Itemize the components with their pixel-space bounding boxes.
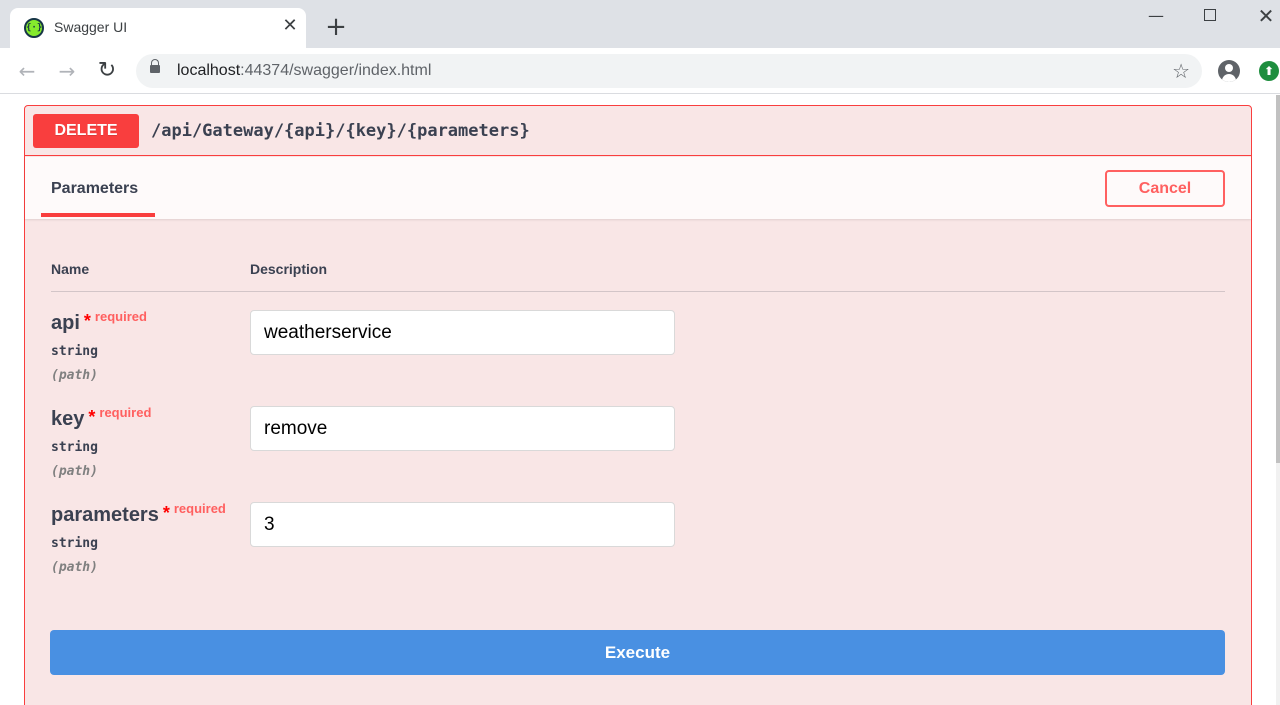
profile-icon[interactable] — [1218, 60, 1240, 82]
swagger-page: DELETE /api/Gateway/{api}/{key}/{paramet… — [0, 95, 1280, 705]
maximize-icon[interactable] — [1195, 4, 1225, 28]
required-asterisk: * — [162, 503, 170, 523]
minimize-icon[interactable]: — — [1141, 4, 1171, 28]
required-label: required — [94, 309, 147, 324]
parameter-type: string — [51, 440, 98, 455]
parameter-name: key * required — [51, 405, 152, 433]
api-input[interactable]: weatherservice — [250, 310, 675, 355]
parameter-row-parameters: parameters * required string (path) 3 — [51, 493, 1225, 589]
url-path: :44374/swagger/index.html — [240, 62, 432, 79]
url-text[interactable]: localhost:44374/swagger/index.html — [177, 62, 431, 80]
cancel-button[interactable]: Cancel — [1105, 170, 1225, 207]
parameter-location: (path) — [51, 464, 98, 479]
bookmark-star-icon[interactable]: ☆ — [1172, 58, 1190, 84]
http-method-badge: DELETE — [33, 114, 139, 148]
close-window-icon[interactable]: ✕ — [1251, 4, 1280, 28]
tab-parameters[interactable]: Parameters — [41, 157, 155, 217]
operation-summary[interactable]: DELETE /api/Gateway/{api}/{key}/{paramet… — [25, 106, 1251, 156]
parameter-name-text: api — [51, 312, 80, 334]
required-asterisk: * — [88, 407, 96, 427]
parameter-location: (path) — [51, 368, 98, 383]
browser-toolbar: ← → ↻ localhost:44374/swagger/index.html… — [0, 48, 1280, 94]
operation-path: /api/Gateway/{api}/{key}/{parameters} — [151, 121, 530, 141]
required-asterisk: * — [83, 311, 91, 331]
required-label: required — [99, 405, 152, 420]
browser-tab[interactable]: {·} Swagger UI ✕ — [10, 8, 306, 48]
tab-strip: {·} Swagger UI ✕ + — ✕ — [0, 0, 1280, 48]
parameter-row-key: key * required string (path) remove — [51, 397, 1225, 493]
extension-update-icon[interactable]: ⬆ — [1259, 61, 1279, 81]
forward-arrow-icon[interactable]: → — [54, 58, 80, 84]
address-bar[interactable]: localhost:44374/swagger/index.html ☆ — [136, 54, 1202, 88]
parameter-row-api: api * required string (path) weatherservic… — [51, 301, 1225, 397]
column-header-name: Name — [51, 261, 90, 277]
tab-title: Swagger UI — [54, 19, 128, 35]
url-host: localhost — [177, 62, 241, 79]
parameter-name-text: key — [51, 408, 85, 430]
tab-parameters-label: Parameters — [51, 180, 139, 197]
reload-icon[interactable]: ↻ — [94, 58, 120, 84]
swagger-favicon-icon: {·} — [24, 18, 44, 38]
column-header-description: Description — [250, 261, 328, 277]
required-label: required — [173, 501, 226, 516]
back-arrow-icon[interactable]: ← — [14, 58, 40, 84]
lock-icon[interactable] — [150, 59, 160, 73]
scrollbar-thumb[interactable] — [1276, 95, 1280, 463]
key-input[interactable]: remove — [250, 406, 675, 451]
parameter-name: parameters * required — [51, 501, 226, 529]
header-divider — [51, 291, 1225, 292]
parameter-name: api * required — [51, 309, 147, 337]
parameter-type: string — [51, 344, 98, 359]
execute-button[interactable]: Execute — [50, 630, 1225, 675]
new-tab-button[interactable]: + — [322, 13, 350, 41]
parameters-input[interactable]: 3 — [250, 502, 675, 547]
parameter-name-text: parameters — [51, 504, 159, 526]
operation-block-delete: DELETE /api/Gateway/{api}/{key}/{paramet… — [24, 105, 1252, 705]
page-scrollbar[interactable] — [1276, 95, 1280, 705]
tab-close-icon[interactable]: ✕ — [280, 16, 300, 36]
parameter-location: (path) — [51, 560, 98, 575]
parameters-section-header: Parameters Cancel — [25, 157, 1251, 219]
parameter-type: string — [51, 536, 98, 551]
